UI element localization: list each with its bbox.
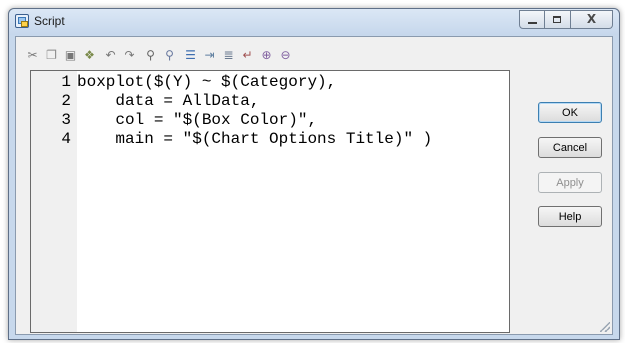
zoom-out-icon[interactable]: ⊖ <box>277 47 294 64</box>
maximize-icon <box>553 16 561 23</box>
code-line[interactable]: 3 col = "$(Box Color)", <box>31 111 432 130</box>
line-number: 1 <box>61 73 71 91</box>
window-title: Script <box>34 14 65 28</box>
line-numbers-icon[interactable]: ☰ <box>182 47 199 64</box>
find-icon[interactable]: ⚲ <box>142 47 159 64</box>
close-button[interactable]: X <box>571 10 613 29</box>
code-text[interactable]: data = AllData, <box>77 92 259 111</box>
code-line[interactable]: 1 boxplot($(Y) ~ $(Category), <box>31 73 432 92</box>
editor-toolbar: ✂ ❐ ▣ ❖ ↶ ↷ ⚲ ⚲ ☰ ⇥ ≣ ↵ ⊕ ⊖ <box>24 44 294 66</box>
outdent-icon[interactable]: ≣ <box>220 47 237 64</box>
code-text[interactable]: boxplot($(Y) ~ $(Category), <box>77 73 336 92</box>
cut-icon[interactable]: ✂ <box>24 47 41 64</box>
indent-icon[interactable]: ⇥ <box>201 47 218 64</box>
code-line[interactable]: 2 data = AllData, <box>31 92 432 111</box>
close-icon: X <box>586 12 597 26</box>
app-icon <box>15 14 29 28</box>
script-editor[interactable]: 1 boxplot($(Y) ~ $(Category), 2 data = All… <box>30 70 510 333</box>
word-wrap-icon[interactable]: ↵ <box>239 47 256 64</box>
minimize-icon <box>528 22 537 24</box>
copy-icon[interactable]: ❐ <box>43 47 60 64</box>
line-number: 4 <box>61 130 71 148</box>
window-controls: X <box>519 10 613 29</box>
script-window: Script X ✂ ❐ ▣ ❖ ↶ ↷ ⚲ ⚲ ☰ ⇥ ≣ ↵ ⊕ ⊖ 1 boxplot($(Y) ~ … <box>8 8 620 340</box>
redo-icon[interactable]: ↷ <box>121 47 138 64</box>
apply-button[interactable]: Apply <box>538 172 602 193</box>
replace-icon[interactable]: ⚲ <box>161 47 178 64</box>
ok-button[interactable]: OK <box>538 102 602 123</box>
code-text[interactable]: col = "$(Box Color)", <box>77 111 317 130</box>
paste-icon[interactable]: ▣ <box>62 47 79 64</box>
line-number: 3 <box>61 111 71 129</box>
help-button[interactable]: Help <box>538 206 602 227</box>
title-bar[interactable]: Script X <box>9 9 619 35</box>
maximize-button[interactable] <box>545 10 571 29</box>
minimize-button[interactable] <box>519 10 545 29</box>
code-area[interactable]: 1 boxplot($(Y) ~ $(Category), 2 data = All… <box>31 73 432 149</box>
code-line[interactable]: 4 main = "$(Chart Options Title)" ) <box>31 130 432 149</box>
zoom-in-icon[interactable]: ⊕ <box>258 47 275 64</box>
cancel-button[interactable]: Cancel <box>538 137 602 158</box>
format-icon[interactable]: ❖ <box>81 47 98 64</box>
line-number: 2 <box>61 92 71 110</box>
dialog-body: ✂ ❐ ▣ ❖ ↶ ↷ ⚲ ⚲ ☰ ⇥ ≣ ↵ ⊕ ⊖ 1 boxplot($(Y) ~ $(Categor… <box>15 36 613 335</box>
code-text[interactable]: main = "$(Chart Options Title)" ) <box>77 130 432 149</box>
undo-icon[interactable]: ↶ <box>102 47 119 64</box>
resize-grip[interactable] <box>600 322 610 332</box>
